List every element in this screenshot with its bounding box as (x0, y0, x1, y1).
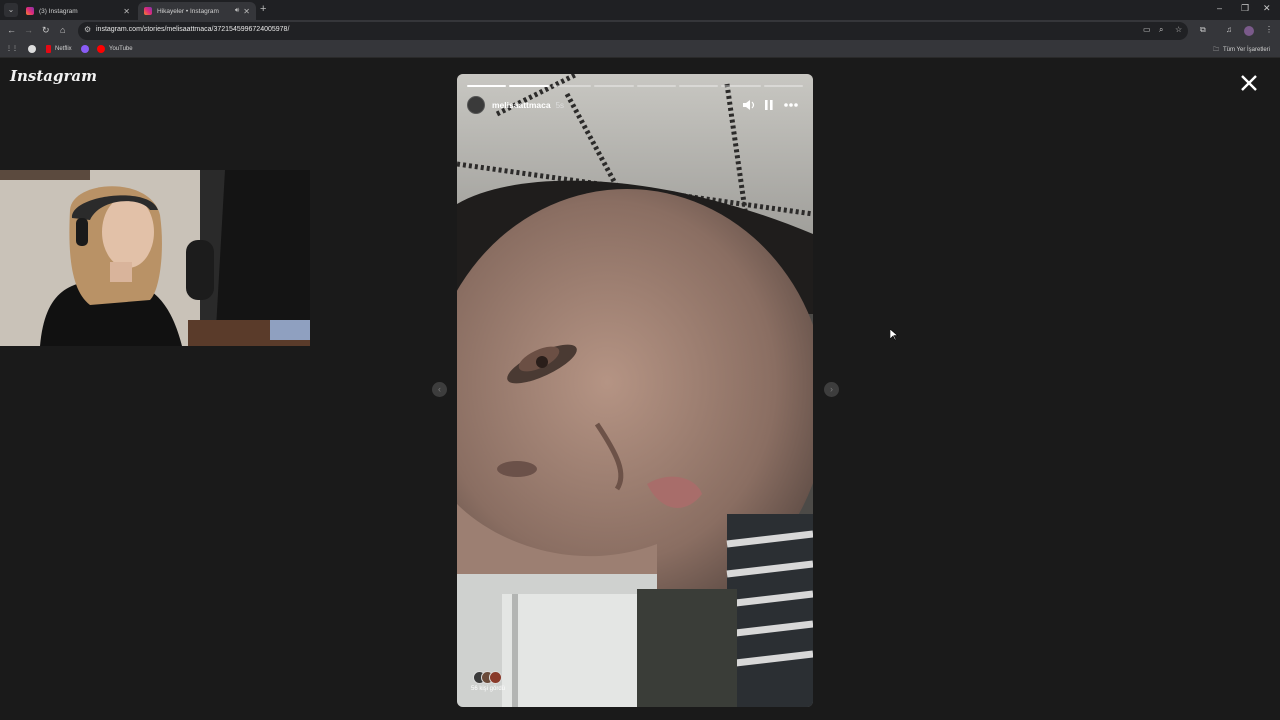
close-icon[interactable] (1238, 72, 1260, 94)
folder-icon: 🗀 (1212, 47, 1219, 53)
bookmark-extension[interactable] (81, 45, 93, 53)
media-icon[interactable]: ♫ (1226, 25, 1232, 34)
cast-icon[interactable]: ▭ (1143, 25, 1151, 34)
bookmark-label: Netflix (55, 46, 72, 52)
more-icon[interactable] (784, 103, 798, 107)
webcam-image (0, 170, 310, 346)
viewer-avatar (489, 671, 502, 684)
zoom-icon[interactable]: ⌕ (1159, 25, 1163, 35)
viewers-count: 56 kişi gördü (471, 686, 506, 692)
progress-segment (467, 85, 507, 87)
bookmark-netflix[interactable]: Netflix (46, 45, 72, 53)
user-avatar[interactable] (467, 96, 485, 114)
story-image (457, 74, 813, 707)
profile-avatar[interactable] (1244, 26, 1254, 36)
progress-segment (636, 85, 676, 87)
tab-stories[interactable]: Hikayeler • Instagram 🔊︎ ✕ (138, 2, 256, 20)
all-bookmarks-label: Tüm Yer İşaretleri (1222, 47, 1270, 53)
instagram-favicon-icon (26, 7, 34, 15)
reload-icon[interactable]: ↻ (42, 25, 50, 36)
progress-segment (509, 85, 549, 87)
netflix-icon (46, 45, 51, 53)
site-info-icon[interactable]: ⚙ (84, 25, 91, 34)
instagram-logo[interactable]: Instagram (10, 67, 97, 85)
prev-arrow-icon[interactable]: ‹ (432, 382, 447, 397)
tab-search-icon[interactable]: ⌄ (4, 3, 18, 17)
browser-toolbar: ← → ↻ ⌂ ⚙ instagram.com/stories/melisaat… (0, 20, 1280, 42)
new-tab-button[interactable]: + (260, 3, 266, 15)
address-bar[interactable]: ⚙ instagram.com/stories/melisaattmaca/37… (78, 22, 1188, 40)
youtube-icon (97, 45, 105, 53)
instagram-favicon-icon (144, 7, 152, 15)
close-tab-icon[interactable]: ✕ (243, 7, 250, 16)
close-tab-icon[interactable]: ✕ (123, 7, 130, 16)
forward-icon[interactable]: → (24, 25, 33, 35)
progress-segment (721, 85, 761, 87)
bookmark-star-icon[interactable]: ☆ (1175, 25, 1182, 34)
tab-instagram[interactable]: (3) Instagram ✕ (20, 2, 136, 20)
story-progress-bar (467, 85, 803, 87)
back-icon[interactable]: ← (7, 25, 16, 35)
bookmarks-bar: ⋮⋮ Netflix YouTube 🗀 Tüm Yer İşaretleri (0, 42, 1280, 58)
story-time: 5s (555, 100, 565, 110)
audio-playing-icon[interactable]: 🔊︎ (235, 7, 239, 15)
progress-segment (678, 85, 719, 87)
pause-icon[interactable] (765, 100, 773, 110)
restore-icon[interactable]: ❐ (1241, 3, 1249, 14)
bookmark-label: YouTube (109, 46, 133, 52)
menu-icon[interactable]: ⋮ (1265, 25, 1273, 34)
extensions-icon[interactable]: ⧉ (1200, 25, 1206, 35)
tab-title: Hikayeler • Instagram (157, 7, 219, 15)
mute-icon[interactable] (743, 100, 755, 110)
webcam-overlay (0, 170, 310, 346)
home-icon[interactable]: ⌂ (60, 25, 65, 35)
progress-segment (763, 85, 803, 87)
story-viewer[interactable]: melisaattmaca 5s 56 kişi gördü (457, 74, 813, 707)
all-bookmarks[interactable]: 🗀 Tüm Yer İşaretleri (1213, 45, 1270, 55)
url-text: instagram.com/stories/melisaattmaca/3721… (96, 26, 290, 33)
apps-icon[interactable]: ⋮⋮ (6, 45, 18, 52)
window-close-icon[interactable]: ✕ (1263, 3, 1271, 14)
next-arrow-icon[interactable]: › (824, 382, 839, 397)
minimize-icon[interactable]: – (1217, 3, 1222, 13)
tab-title: (3) Instagram (39, 7, 78, 15)
story-username[interactable]: melisaattmaca (492, 100, 551, 110)
tab-strip: ⌄ (3) Instagram ✕ Hikayeler • Instagram … (0, 0, 1280, 20)
bookmark-youtube[interactable]: YouTube (97, 45, 133, 53)
progress-segment (551, 85, 592, 87)
instagram-stories-page: Instagram ‹ › melisaattmaca 5s 56 kişi g… (0, 59, 1280, 720)
mouse-cursor-icon (890, 329, 898, 341)
chrome-icon[interactable] (28, 45, 40, 53)
progress-segment (594, 85, 634, 87)
